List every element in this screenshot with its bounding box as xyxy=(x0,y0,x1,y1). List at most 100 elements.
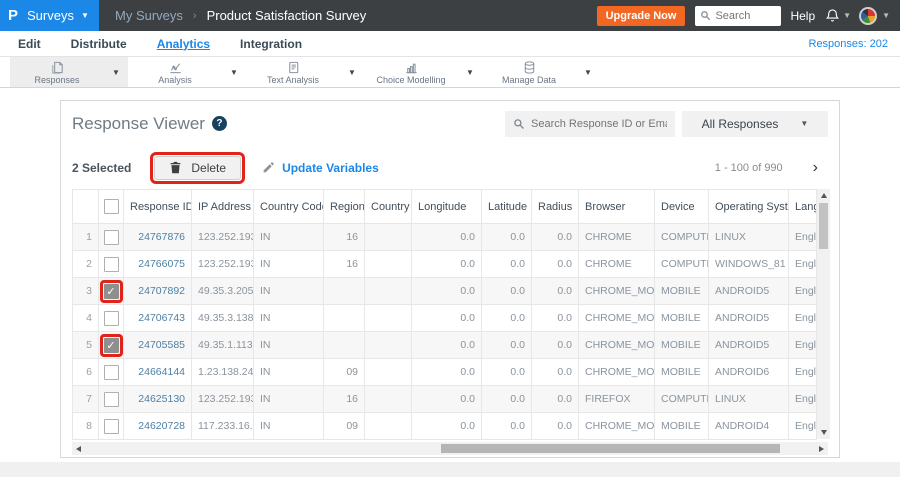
row-checkbox[interactable] xyxy=(103,256,119,272)
text-analysis-button[interactable]: Text Analysis xyxy=(246,57,340,87)
cell-lang: English xyxy=(788,250,817,278)
vertical-scrollbar[interactable] xyxy=(817,189,830,439)
response-id-link[interactable]: 24706743 xyxy=(123,304,192,332)
row-checkbox[interactable] xyxy=(103,310,119,326)
row-checkbox[interactable] xyxy=(103,391,119,407)
scroll-down-button[interactable] xyxy=(817,426,830,439)
global-search-input[interactable] xyxy=(715,9,777,22)
cell-radius: 0.0 xyxy=(531,277,579,305)
tab-analytics[interactable]: Analytics xyxy=(157,37,210,51)
column-header[interactable]: Language xyxy=(788,189,817,224)
responses-filter-dropdown[interactable]: All Responses ▼ xyxy=(682,110,828,137)
help-tooltip-icon[interactable]: ? xyxy=(211,116,227,131)
vertical-scroll-thumb[interactable] xyxy=(819,203,828,249)
tab-distribute[interactable]: Distribute xyxy=(71,37,127,51)
cell-lat: 0.0 xyxy=(481,304,532,332)
global-search[interactable] xyxy=(695,5,782,26)
cell-lat: 0.0 xyxy=(481,223,532,251)
scroll-left-button[interactable] xyxy=(72,442,85,455)
response-search-input[interactable] xyxy=(531,117,667,130)
column-header[interactable]: Country Code xyxy=(253,189,324,224)
responses-button[interactable]: Responses xyxy=(10,57,104,87)
response-id-link[interactable]: 24664144 xyxy=(123,358,192,386)
row-checkbox-cell xyxy=(98,412,124,440)
response-id-link[interactable]: 24766075 xyxy=(123,250,192,278)
horizontal-scroll-thumb[interactable] xyxy=(441,444,781,453)
update-variables-button[interactable]: Update Variables xyxy=(262,161,379,175)
row-checkbox[interactable] xyxy=(103,229,119,245)
column-header[interactable]: Radius xyxy=(531,189,579,224)
scroll-up-button[interactable] xyxy=(817,189,830,202)
cell-device: MOBILE xyxy=(654,331,709,359)
column-header[interactable]: Operating System xyxy=(708,189,789,224)
help-link[interactable]: Help xyxy=(790,9,815,23)
response-search[interactable] xyxy=(505,110,675,137)
cell-region: 09 xyxy=(323,412,365,440)
row-checkbox-cell xyxy=(98,223,124,251)
row-checkbox[interactable] xyxy=(103,418,119,434)
cell-os: LINUX xyxy=(708,223,789,251)
response-id-link[interactable]: 24620728 xyxy=(123,412,192,440)
response-id-link[interactable]: 24625130 xyxy=(123,385,192,413)
column-header[interactable]: Country xyxy=(364,189,412,224)
horizontal-scrollbar[interactable] xyxy=(72,442,816,455)
breadcrumb-my-surveys[interactable]: My Surveys xyxy=(115,8,183,23)
tab-edit[interactable]: Edit xyxy=(18,37,41,51)
cell-country xyxy=(364,277,412,305)
cell-ip: 49.35.3.138 xyxy=(191,304,254,332)
choice-modelling-button[interactable]: Choice Modelling xyxy=(364,57,458,87)
column-header[interactable]: Latitude xyxy=(481,189,532,224)
column-header[interactable]: Device xyxy=(654,189,709,224)
row-checkbox[interactable] xyxy=(103,364,119,380)
cell-country xyxy=(364,358,412,386)
table-row: 224766075123.252.193.148IN160.00.00.0CHR… xyxy=(72,250,817,278)
next-page-button[interactable]: › xyxy=(813,159,818,176)
product-menu[interactable]: P Surveys ▼ xyxy=(0,0,99,31)
toolbar-item-responses: Responses ▼ xyxy=(10,57,128,87)
response-id-link[interactable]: 24707892 xyxy=(123,277,192,305)
column-header[interactable]: Response ID▲ xyxy=(123,189,192,224)
response-id-link[interactable]: 24705585 xyxy=(123,331,192,359)
select-all-checkbox[interactable] xyxy=(103,199,119,214)
analytics-toolbar: Responses ▼ Analysis ▼ Text Analysis ▼ C… xyxy=(0,57,900,88)
breadcrumb-separator-icon: › xyxy=(192,9,197,22)
cell-cc: IN xyxy=(253,223,324,251)
toolbar-label: Responses xyxy=(34,74,80,85)
upgrade-now-button[interactable]: Upgrade Now xyxy=(596,5,686,26)
chevron-down-icon[interactable]: ▼ xyxy=(576,57,600,87)
cell-os: LINUX xyxy=(708,385,789,413)
tab-integration[interactable]: Integration xyxy=(240,37,302,51)
chevron-down-icon[interactable]: ▼ xyxy=(222,57,246,87)
notifications-menu[interactable]: ▼ xyxy=(825,8,851,23)
column-header[interactable]: Region xyxy=(323,189,365,224)
column-header[interactable]: IP Address xyxy=(191,189,254,224)
cell-lang: English xyxy=(788,277,817,305)
scroll-right-button[interactable] xyxy=(815,442,828,455)
cell-browser: CHROME xyxy=(578,223,655,251)
surveys-menu-label: Surveys xyxy=(27,8,74,23)
search-icon xyxy=(514,118,524,129)
cell-country xyxy=(364,385,412,413)
row-checkbox[interactable]: ✓ xyxy=(103,283,119,299)
analysis-button[interactable]: Analysis xyxy=(128,57,222,87)
cell-cc: IN xyxy=(253,331,324,359)
response-viewer-panel: Response Viewer ? All Responses ▼ 2 Sele… xyxy=(60,100,840,458)
responses-count[interactable]: Responses: 202 xyxy=(809,38,889,50)
response-id-link[interactable]: 24767876 xyxy=(123,223,192,251)
delete-button[interactable]: Delete xyxy=(154,155,242,180)
row-number: 5 xyxy=(72,331,99,359)
row-checkbox[interactable]: ✓ xyxy=(103,337,119,353)
column-header[interactable]: Browser xyxy=(578,189,655,224)
chevron-down-icon[interactable]: ▼ xyxy=(340,57,364,87)
chevron-down-icon[interactable]: ▼ xyxy=(458,57,482,87)
filter-value: All Responses xyxy=(701,116,779,131)
cell-lang: English xyxy=(788,223,817,251)
column-header[interactable]: Longitude xyxy=(411,189,482,224)
manage-data-button[interactable]: Manage Data xyxy=(482,57,576,87)
cell-lang: English xyxy=(788,331,817,359)
cell-radius: 0.0 xyxy=(531,304,579,332)
account-menu[interactable]: ▼ xyxy=(859,6,890,25)
search-icon xyxy=(701,11,711,21)
table-row: 124767876123.252.193.148IN160.00.00.0CHR… xyxy=(72,223,817,251)
chevron-down-icon[interactable]: ▼ xyxy=(104,57,128,87)
